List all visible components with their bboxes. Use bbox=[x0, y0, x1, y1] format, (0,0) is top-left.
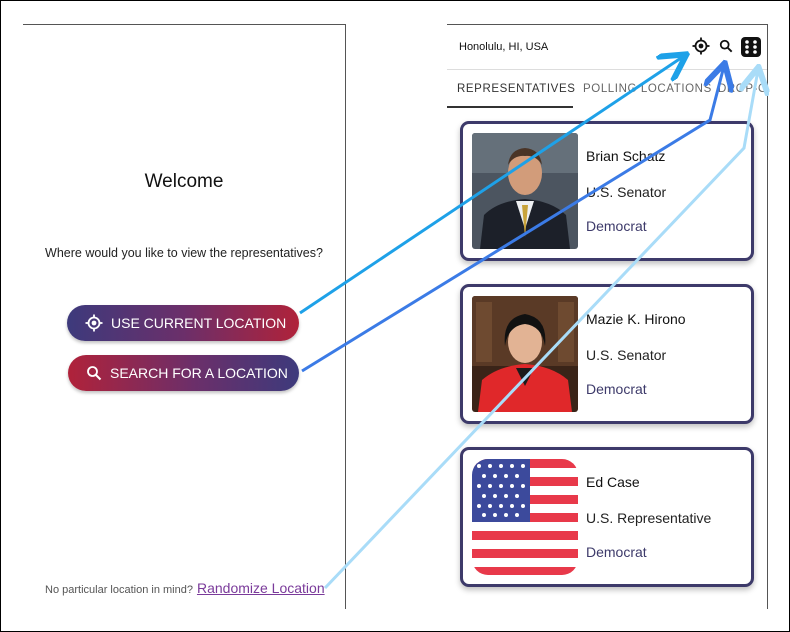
rep-office: U.S. Senator bbox=[586, 184, 667, 200]
dice-icon[interactable] bbox=[741, 37, 761, 62]
search-location-button[interactable]: SEARCH FOR A LOCATION bbox=[68, 355, 299, 391]
rep-party: Democrat bbox=[586, 544, 647, 560]
crosshair-icon bbox=[85, 314, 103, 332]
current-city: Honolulu, HI, USA bbox=[459, 41, 549, 53]
rep-party: Democrat bbox=[586, 381, 647, 397]
welcome-title: Welcome bbox=[144, 171, 224, 192]
tab-bar: REPRESENTATIVES POLLING LOCATIONS DROP-O… bbox=[447, 69, 767, 109]
rep-name: Ed Case bbox=[586, 474, 640, 490]
tab-polling-locations[interactable]: POLLING LOCATIONS bbox=[583, 83, 712, 95]
rep-office: U.S. Representative bbox=[586, 510, 712, 526]
use-current-location-button[interactable]: USE CURRENT LOCATION bbox=[67, 305, 299, 341]
randomize-footer: No particular location in mind? Randomize… bbox=[45, 580, 325, 596]
rep-name: Brian Schatz bbox=[586, 148, 666, 164]
tab-representatives[interactable]: REPRESENTATIVES bbox=[457, 83, 576, 95]
search-location-label: SEARCH FOR A LOCATION bbox=[110, 365, 288, 381]
rep-office: U.S. Senator bbox=[586, 347, 667, 363]
tab-drop-off[interactable]: DROP-OFF bbox=[718, 83, 767, 95]
rep-photo bbox=[472, 133, 578, 249]
search-icon bbox=[86, 365, 102, 381]
representatives-screen: Honolulu, HI, USA REPRESENTATIVES POLLIN… bbox=[447, 24, 768, 609]
rep-name: Mazie K. Hirono bbox=[586, 311, 686, 327]
rep-party: Democrat bbox=[586, 218, 647, 234]
welcome-screen: Welcome Where would you like to view the… bbox=[23, 24, 346, 609]
active-tab-indicator bbox=[447, 106, 573, 108]
footer-note-text: No particular location in mind? bbox=[45, 584, 193, 596]
rep-card-mazie-hirono[interactable]: Mazie K. Hirono U.S. Senator Democrat bbox=[460, 284, 754, 424]
use-current-location-label: USE CURRENT LOCATION bbox=[111, 315, 287, 331]
search-icon[interactable] bbox=[719, 39, 733, 58]
randomize-location-link[interactable]: Randomize Location bbox=[197, 580, 325, 596]
location-prompt: Where would you like to view the represe… bbox=[45, 246, 323, 260]
rep-card-brian-schatz[interactable]: Brian Schatz U.S. Senator Democrat bbox=[460, 121, 754, 261]
crosshair-icon[interactable] bbox=[692, 37, 710, 60]
rep-card-ed-case[interactable]: Ed Case U.S. Representative Democrat bbox=[460, 447, 754, 587]
rep-photo bbox=[472, 296, 578, 412]
us-flag-image bbox=[472, 459, 578, 575]
top-app-bar: Honolulu, HI, USA bbox=[447, 25, 767, 70]
